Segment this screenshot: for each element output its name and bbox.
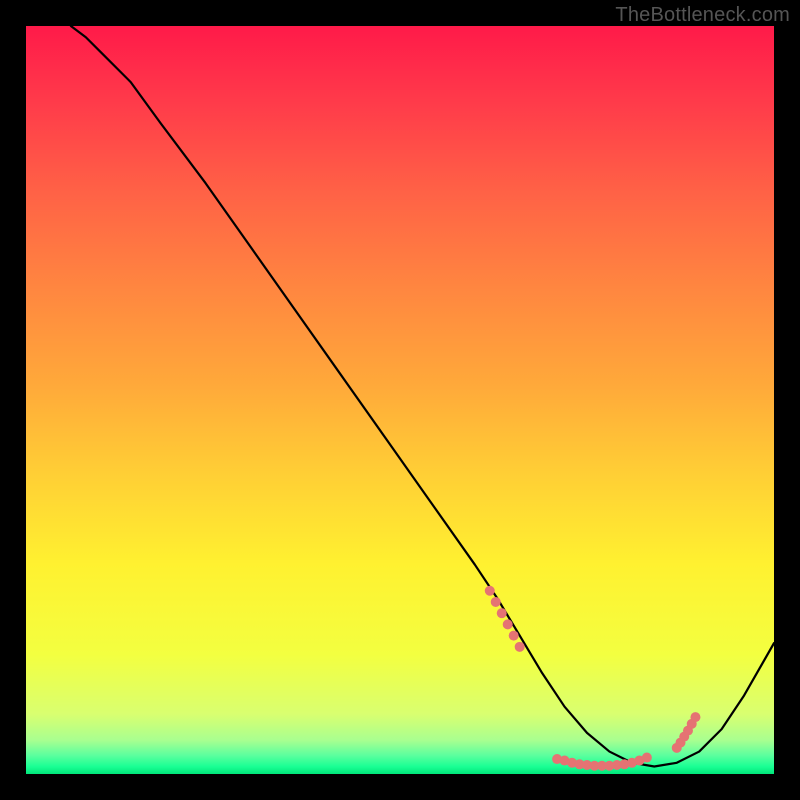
curve-marker bbox=[503, 619, 513, 629]
gradient-background bbox=[26, 26, 774, 774]
chart-svg bbox=[26, 26, 774, 774]
plot-area bbox=[26, 26, 774, 774]
chart-frame: TheBottleneck.com bbox=[0, 0, 800, 800]
curve-marker bbox=[642, 753, 652, 763]
curve-marker bbox=[497, 608, 507, 618]
curve-marker bbox=[515, 642, 525, 652]
curve-marker bbox=[491, 597, 501, 607]
curve-marker bbox=[690, 712, 700, 722]
watermark-text: TheBottleneck.com bbox=[615, 4, 790, 27]
curve-marker bbox=[485, 586, 495, 596]
curve-marker bbox=[509, 631, 519, 641]
